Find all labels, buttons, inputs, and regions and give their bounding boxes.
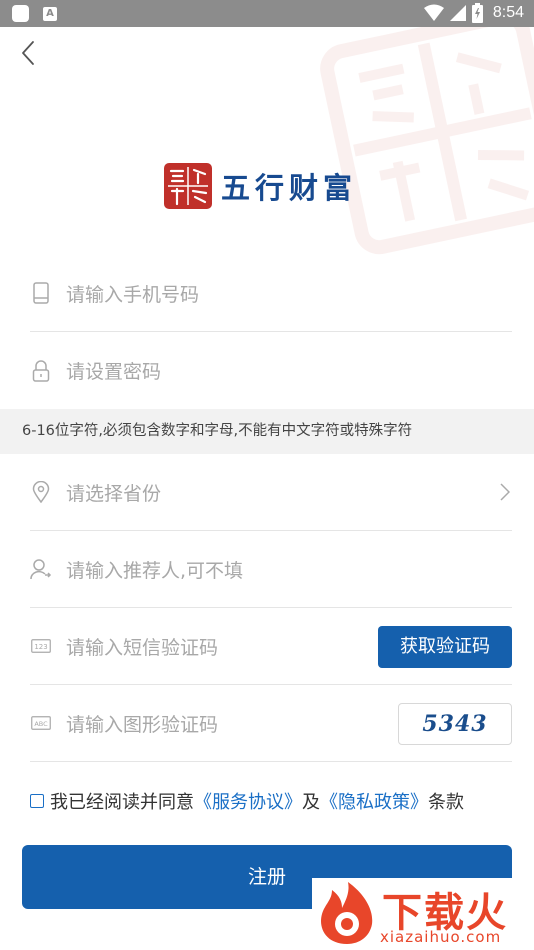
status-bar: A 8:54 (0, 0, 534, 27)
agreement-suffix: 条款 (428, 792, 464, 813)
flame-logo-icon (321, 882, 373, 944)
agreement-row: 我已经阅读并同意 《服务协议》 及 《隐私政策》 条款 (30, 788, 464, 814)
clock: 8:54 (492, 4, 524, 21)
numeric-keypad-icon: 123 (30, 635, 52, 657)
seal-logo-icon (164, 163, 212, 209)
password-hint: 6-16位字符,必须包含数字和字母,不能有中文字符或特殊字符 (0, 409, 534, 454)
seal-watermark-icon (320, 27, 534, 255)
app-logo: 五行财富 (163, 162, 357, 210)
agreement-prefix: 我已经阅读并同意 (50, 792, 194, 813)
svg-text:123: 123 (34, 643, 47, 651)
lock-icon (30, 359, 52, 382)
location-icon (30, 481, 52, 503)
user-icon (30, 558, 52, 580)
captcha-image[interactable]: 5343 (398, 703, 512, 745)
privacy-policy-link[interactable]: 《隐私政策》 (320, 788, 428, 814)
agreement-checkbox[interactable] (30, 794, 44, 808)
brand-url: xiazaihuo.com (380, 928, 502, 946)
password-input[interactable]: 请设置密码 (66, 357, 161, 384)
province-select[interactable]: 请选择省份 (66, 479, 161, 506)
agreement-and: 及 (302, 792, 320, 813)
get-verification-code-button[interactable]: 获取验证码 (378, 626, 512, 668)
password-field[interactable]: 请设置密码 (30, 332, 512, 409)
phone-input[interactable]: 请输入手机号码 (66, 280, 199, 307)
captcha-input[interactable]: 请输入图形验证码 (66, 710, 218, 737)
service-agreement-link[interactable]: 《服务协议》 (194, 788, 302, 814)
sms-code-field[interactable]: 123 请输入短信验证码 获取验证码 (30, 608, 512, 685)
sms-code-input[interactable]: 请输入短信验证码 (66, 633, 218, 660)
battery-icon (471, 3, 483, 23)
back-arrow-icon[interactable] (18, 40, 42, 66)
captcha-field[interactable]: ABC 请输入图形验证码 5343 (30, 685, 512, 762)
keyboard-abc-icon: ABC (30, 712, 52, 734)
notification-icon (12, 5, 29, 22)
province-selector[interactable]: 请选择省份 (30, 454, 512, 531)
svg-text:ABC: ABC (34, 720, 48, 728)
referrer-input[interactable]: 请输入推荐人,可不填 (66, 556, 243, 583)
wifi-icon (423, 4, 444, 21)
signal-icon (449, 5, 466, 21)
text-notification-icon: A (43, 6, 57, 21)
phone-field[interactable]: 请输入手机号码 (30, 255, 512, 332)
phone-icon (30, 282, 52, 304)
site-watermark: 下载火 xiazaihuo.com (312, 878, 534, 950)
chevron-right-icon (500, 483, 510, 501)
app-name: 五行财富 (221, 171, 358, 205)
referrer-field[interactable]: 请输入推荐人,可不填 (30, 531, 512, 608)
